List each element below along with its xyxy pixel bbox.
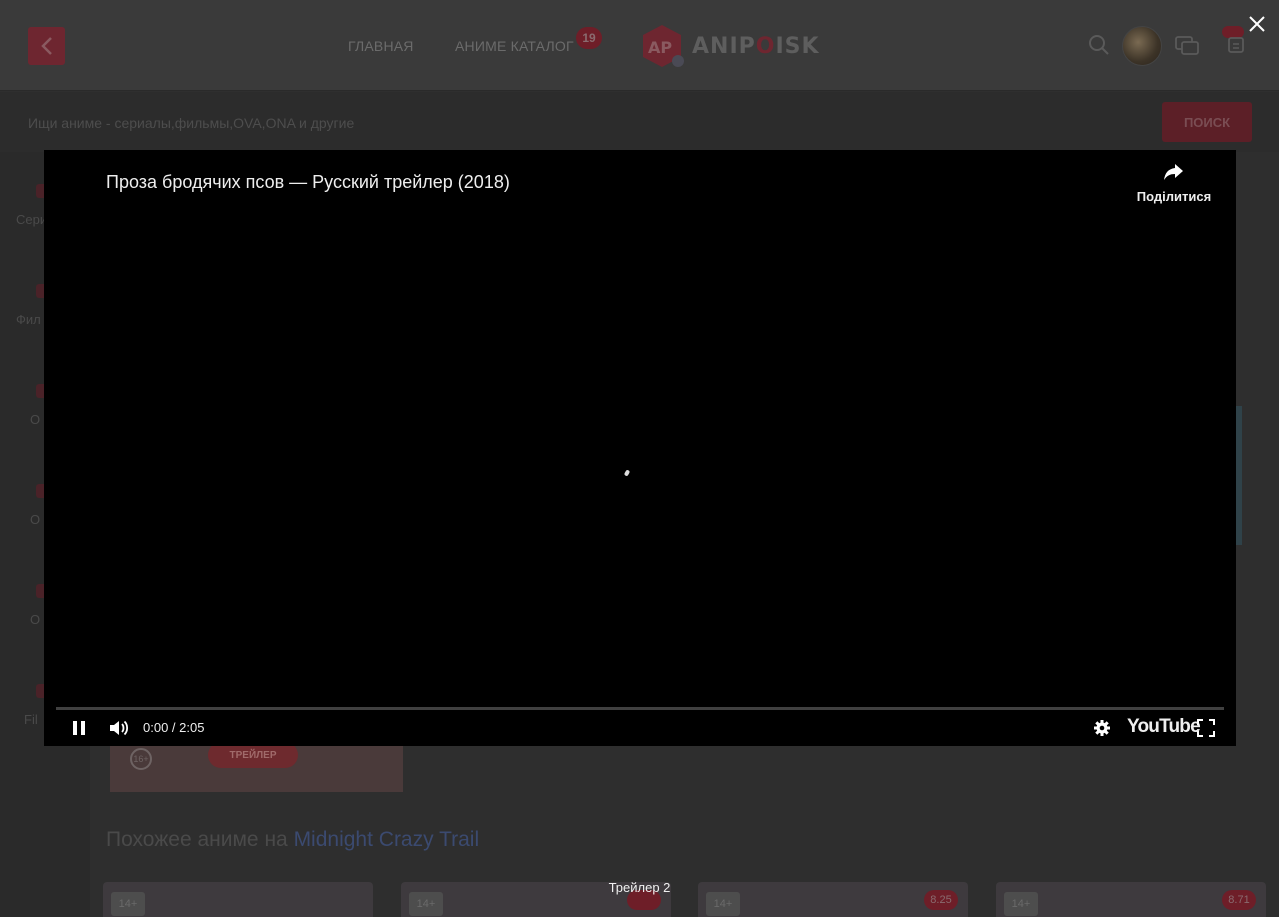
share-label: Поділитися [1136, 189, 1212, 204]
volume-icon [110, 720, 129, 736]
youtube-logo[interactable]: YouTube [1127, 716, 1201, 738]
gear-icon [1094, 720, 1110, 736]
loading-spinner [623, 469, 631, 477]
close-button[interactable] [1243, 10, 1271, 38]
gallery-caption: Трейлер 2 [608, 880, 671, 895]
close-icon [1249, 16, 1265, 32]
video-title[interactable]: Проза бродячих псов — Русский трейлер (2… [106, 172, 510, 193]
pause-icon [73, 721, 85, 735]
video-player[interactable]: Проза бродячих псов — Русский трейлер (2… [44, 150, 1236, 746]
settings-button[interactable] [1093, 717, 1111, 739]
pause-button[interactable] [70, 717, 88, 739]
time-display: 0:00 / 2:05 [143, 720, 205, 735]
fullscreen-icon [1197, 719, 1215, 737]
fullscreen-button[interactable] [1197, 717, 1215, 739]
share-arrow-icon [1164, 164, 1183, 180]
share-button[interactable]: Поділитися [1134, 162, 1214, 204]
lightbox-overlay[interactable]: Проза бродячих псов — Русский трейлер (2… [0, 0, 1279, 917]
volume-button[interactable] [108, 717, 130, 739]
progress-bar[interactable] [56, 707, 1224, 710]
